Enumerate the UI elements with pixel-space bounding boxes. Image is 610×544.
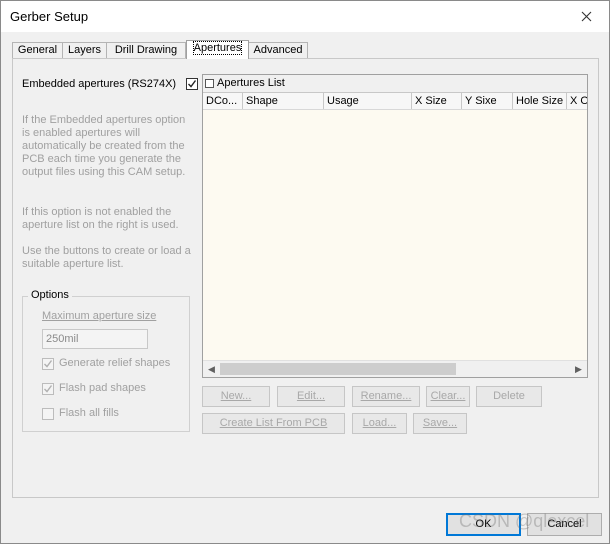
checkmark-icon <box>44 385 53 393</box>
apertures-list-panel: Apertures List DCo... Shape Usage X Size… <box>202 74 588 378</box>
column-dcode[interactable]: DCo... <box>203 93 243 109</box>
help-text-list: If this option is not enabled the apertu… <box>22 206 179 231</box>
tab-advanced[interactable]: Advanced <box>248 42 308 58</box>
create-list-from-pcb-button[interactable]: Create List From PCB <box>202 413 345 434</box>
flash-fills-label: Flash all fills <box>59 407 119 419</box>
column-x-offset[interactable]: X O <box>567 93 587 109</box>
rename-button[interactable]: Rename... <box>352 386 420 407</box>
apertures-list-header: Apertures List <box>203 75 587 93</box>
close-icon <box>581 11 591 22</box>
column-usage[interactable]: Usage <box>324 93 412 109</box>
options-legend: Options <box>28 289 72 301</box>
list-icon <box>205 79 214 88</box>
edit-button[interactable]: Edit... <box>277 386 345 407</box>
load-button[interactable]: Load... <box>352 413 407 434</box>
checkmark-icon <box>44 360 53 368</box>
embedded-apertures-checkbox[interactable] <box>186 78 198 90</box>
flash-fills-checkbox[interactable] <box>42 408 54 420</box>
scroll-right-icon[interactable]: ▶ <box>570 361 587 377</box>
embedded-apertures-label: Embedded apertures (RS274X) <box>22 78 177 90</box>
column-shape[interactable]: Shape <box>243 93 324 109</box>
flash-pad-label: Flash pad shapes <box>59 382 146 394</box>
ok-button[interactable]: OK <box>446 513 521 536</box>
column-hole-size[interactable]: Hole Size <box>513 93 567 109</box>
max-aperture-size-input[interactable] <box>42 329 148 349</box>
delete-button[interactable]: Delete <box>476 386 542 407</box>
max-aperture-size-label: Maximum aperture size <box>42 310 157 322</box>
column-header-row: DCo... Shape Usage X Size Y Sixe Hole Si… <box>203 93 587 110</box>
apertures-list-title: Apertures List <box>217 77 285 89</box>
scroll-thumb[interactable] <box>220 363 456 375</box>
tab-apertures[interactable]: Apertures <box>186 40 249 59</box>
help-text-buttons: Use the buttons to create or load a suit… <box>22 245 191 270</box>
scroll-left-icon[interactable]: ◀ <box>203 361 220 377</box>
cancel-button[interactable]: Cancel <box>527 513 602 536</box>
tab-layers[interactable]: Layers <box>62 42 107 58</box>
flash-pad-checkbox[interactable] <box>42 383 54 395</box>
apertures-tab-panel: Embedded apertures (RS274X) If the Embed… <box>12 58 599 498</box>
gerber-setup-dialog: Gerber Setup General Layers Drill Drawin… <box>0 0 610 544</box>
title-bar: Gerber Setup <box>1 1 609 32</box>
checkmark-icon <box>188 80 197 88</box>
options-group: Options Maximum aperture size Generate r… <box>22 289 190 432</box>
horizontal-scrollbar[interactable]: ◀ ▶ <box>203 360 587 377</box>
close-button[interactable] <box>563 1 609 32</box>
window-title: Gerber Setup <box>10 9 89 24</box>
clear-button[interactable]: Clear... <box>426 386 470 407</box>
save-button[interactable]: Save... <box>413 413 467 434</box>
tab-drill-drawing[interactable]: Drill Drawing <box>106 42 186 58</box>
column-x-size[interactable]: X Size <box>412 93 462 109</box>
generate-relief-label: Generate relief shapes <box>59 357 171 369</box>
tab-general[interactable]: General <box>12 42 63 58</box>
help-text-embedded: If the Embedded apertures option is enab… <box>22 114 186 178</box>
column-y-size[interactable]: Y Sixe <box>462 93 513 109</box>
generate-relief-checkbox[interactable] <box>42 358 54 370</box>
new-button[interactable]: New... <box>202 386 270 407</box>
